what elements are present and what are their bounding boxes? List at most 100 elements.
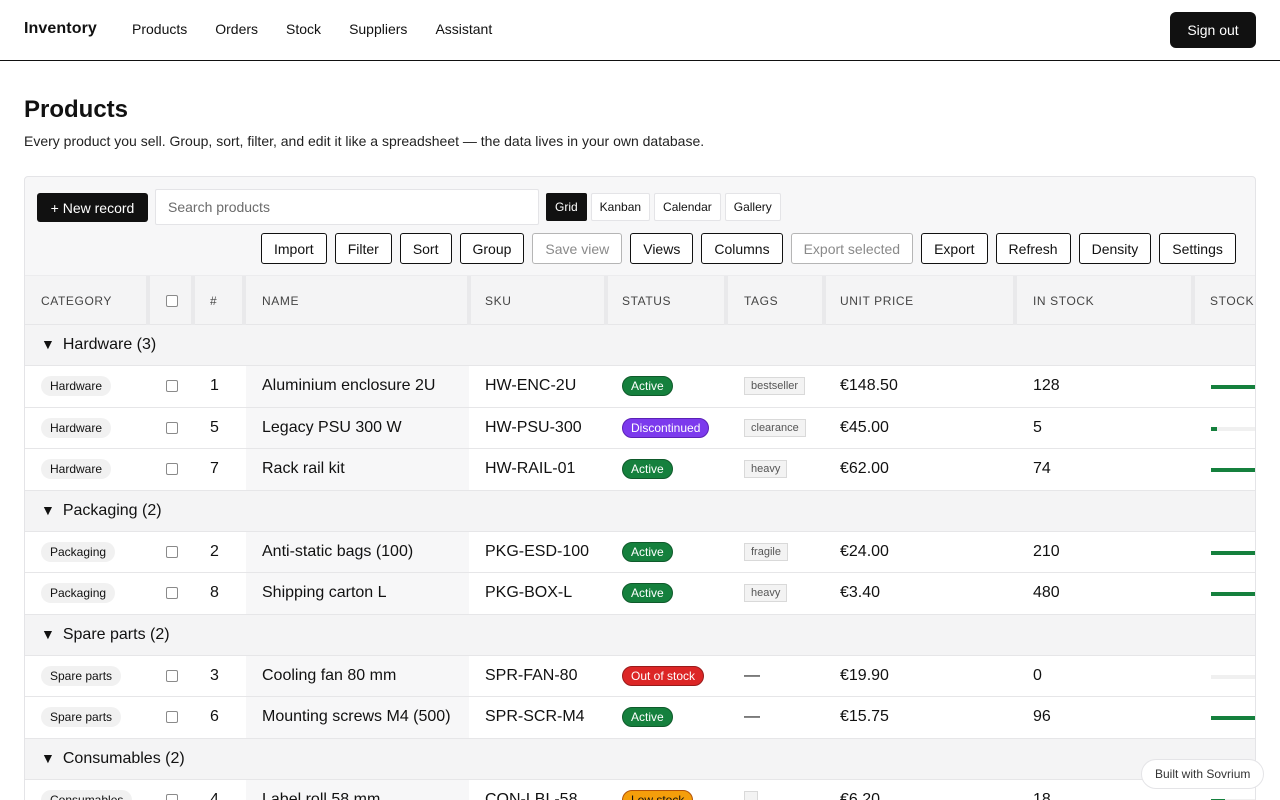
product-sku[interactable]: SPR-SCR-M4 [485, 697, 585, 738]
checkbox-icon[interactable] [166, 295, 178, 307]
column-divider[interactable] [604, 276, 608, 326]
table-row[interactable]: Spare parts 6 Mounting screws M4 (500) SPR-… [25, 697, 1255, 739]
product-sku[interactable]: PKG-ESD-100 [485, 532, 589, 573]
tags-cell[interactable]: — [744, 697, 760, 738]
column-divider[interactable] [467, 276, 471, 326]
group-header[interactable]: ▼ Hardware (3) [25, 325, 1255, 366]
table-row[interactable]: Hardware 5 Legacy PSU 300 W HW-PSU-300 Disco… [25, 407, 1255, 449]
group-button[interactable]: Group [459, 233, 525, 264]
product-sku[interactable]: PKG-BOX-L [485, 573, 572, 614]
sort-button[interactable]: Sort [399, 233, 452, 264]
group-label[interactable]: ▼ Hardware (3) [41, 336, 156, 354]
nav-link-products[interactable]: Products [132, 21, 187, 37]
row-checkbox[interactable] [166, 669, 178, 682]
collapse-triangle-icon[interactable]: ▼ [41, 502, 55, 518]
column-divider[interactable] [146, 276, 150, 326]
unit-price[interactable]: €3.40 [840, 573, 880, 614]
product-sku[interactable]: SPR-FAN-80 [485, 656, 577, 697]
group-label[interactable]: ▼ Packaging (2) [41, 502, 162, 520]
nav-link-orders[interactable]: Orders [215, 21, 258, 37]
row-select-cell[interactable] [166, 656, 178, 697]
column-divider[interactable] [1013, 276, 1017, 326]
settings-button[interactable]: Settings [1159, 233, 1236, 264]
col-header-stock[interactable]: STOCK [1210, 276, 1254, 326]
column-divider[interactable] [1191, 276, 1195, 326]
row-select-cell[interactable] [166, 408, 178, 449]
density-button[interactable]: Density [1078, 233, 1152, 264]
row-checkbox[interactable] [166, 380, 178, 393]
product-name[interactable]: Legacy PSU 300 W [262, 408, 402, 449]
status-cell[interactable]: Active [622, 449, 673, 490]
nav-link-assistant[interactable]: Assistant [435, 21, 492, 37]
export-button[interactable]: Export [921, 233, 988, 264]
columns-button[interactable]: Columns [701, 233, 783, 264]
unit-price[interactable]: €45.00 [840, 408, 889, 449]
category-cell[interactable]: Packaging [41, 573, 116, 614]
group-label[interactable]: ▼ Spare parts (2) [41, 626, 170, 644]
unit-price[interactable]: €24.00 [840, 532, 889, 573]
category-cell[interactable]: Hardware [41, 408, 112, 449]
product-name[interactable]: Anti-static bags (100) [262, 532, 413, 573]
unit-price[interactable]: €19.90 [840, 656, 889, 697]
group-header[interactable]: ▼ Consumables (2) [25, 738, 1255, 780]
row-select-cell[interactable] [166, 697, 178, 738]
status-cell[interactable]: Active [622, 697, 673, 738]
tags-cell[interactable]: clearance [744, 408, 806, 449]
category-cell[interactable]: Spare parts [41, 697, 122, 738]
table-row[interactable]: Consumables 4 Label roll 58 mm CON-LBL-58 Lo… [25, 779, 1255, 800]
row-select-cell[interactable] [166, 573, 178, 614]
category-cell[interactable]: Hardware [41, 449, 112, 490]
product-name[interactable]: Cooling fan 80 mm [262, 656, 396, 697]
status-cell[interactable]: Out of stock [622, 656, 705, 697]
in-stock[interactable]: 0 [1033, 656, 1042, 697]
product-name[interactable]: Aluminium enclosure 2U [262, 366, 435, 407]
col-header-tags[interactable]: TAGS [744, 276, 778, 326]
view-tab-kanban[interactable]: Kanban [590, 193, 651, 221]
unit-price[interactable]: €15.75 [840, 697, 889, 738]
view-tab-gallery[interactable]: Gallery [724, 193, 781, 221]
tags-cell[interactable] [744, 780, 758, 800]
table-row[interactable]: Packaging 2 Anti-static bags (100) PKG-ESD-… [25, 531, 1255, 573]
product-sku[interactable]: HW-PSU-300 [485, 408, 582, 449]
status-cell[interactable]: Discontinued [622, 408, 710, 449]
table-row[interactable]: Packaging 8 Shipping carton L PKG-BOX-L Acti… [25, 573, 1255, 615]
collapse-triangle-icon[interactable]: ▼ [41, 336, 55, 352]
tags-cell[interactable]: bestseller [744, 366, 806, 407]
unit-price[interactable]: €148.50 [840, 366, 898, 407]
col-header-name[interactable]: NAME [262, 276, 299, 326]
select-all-checkbox[interactable] [166, 276, 178, 326]
product-sku[interactable]: CON-LBL-58 [485, 780, 577, 800]
row-select-cell[interactable] [166, 532, 178, 573]
category-cell[interactable]: Spare parts [41, 656, 122, 697]
tags-cell[interactable]: fragile [744, 532, 788, 573]
group-header[interactable]: ▼ Packaging (2) [25, 490, 1255, 532]
status-cell[interactable]: Active [622, 366, 673, 407]
status-cell[interactable]: Active [622, 573, 673, 614]
tags-cell[interactable]: — [744, 656, 760, 697]
table-row[interactable]: Spare parts 3 Cooling fan 80 mm SPR-FAN-80 O… [25, 655, 1255, 697]
in-stock[interactable]: 128 [1033, 366, 1060, 407]
status-cell[interactable]: Low stock [622, 780, 694, 800]
filter-button[interactable]: Filter [334, 233, 392, 264]
collapse-triangle-icon[interactable]: ▼ [41, 626, 55, 642]
in-stock[interactable]: 480 [1033, 573, 1060, 614]
refresh-button[interactable]: Refresh [995, 233, 1071, 264]
in-stock[interactable]: 5 [1033, 408, 1042, 449]
column-divider[interactable] [191, 276, 195, 326]
unit-price[interactable]: €62.00 [840, 449, 889, 490]
product-sku[interactable]: HW-ENC-2U [485, 366, 576, 407]
row-select-cell[interactable] [166, 366, 178, 407]
table-row[interactable]: Hardware 1 Aluminium enclosure 2U HW-ENC-2U… [25, 366, 1255, 408]
in-stock[interactable]: 210 [1033, 532, 1060, 573]
save-view-button[interactable]: Save view [532, 233, 623, 264]
column-divider[interactable] [724, 276, 728, 326]
product-name[interactable]: Shipping carton L [262, 573, 387, 614]
row-checkbox[interactable] [166, 793, 178, 800]
built-with-badge[interactable]: Built with Sovrium [1141, 759, 1265, 789]
row-checkbox[interactable] [166, 463, 178, 476]
tags-cell[interactable]: heavy [744, 449, 788, 490]
product-sku[interactable]: HW-RAIL-01 [485, 449, 575, 490]
search-input[interactable]: Search products [155, 189, 539, 225]
product-name[interactable]: Mounting screws M4 (500) [262, 697, 451, 738]
views-button[interactable]: Views [630, 233, 694, 264]
